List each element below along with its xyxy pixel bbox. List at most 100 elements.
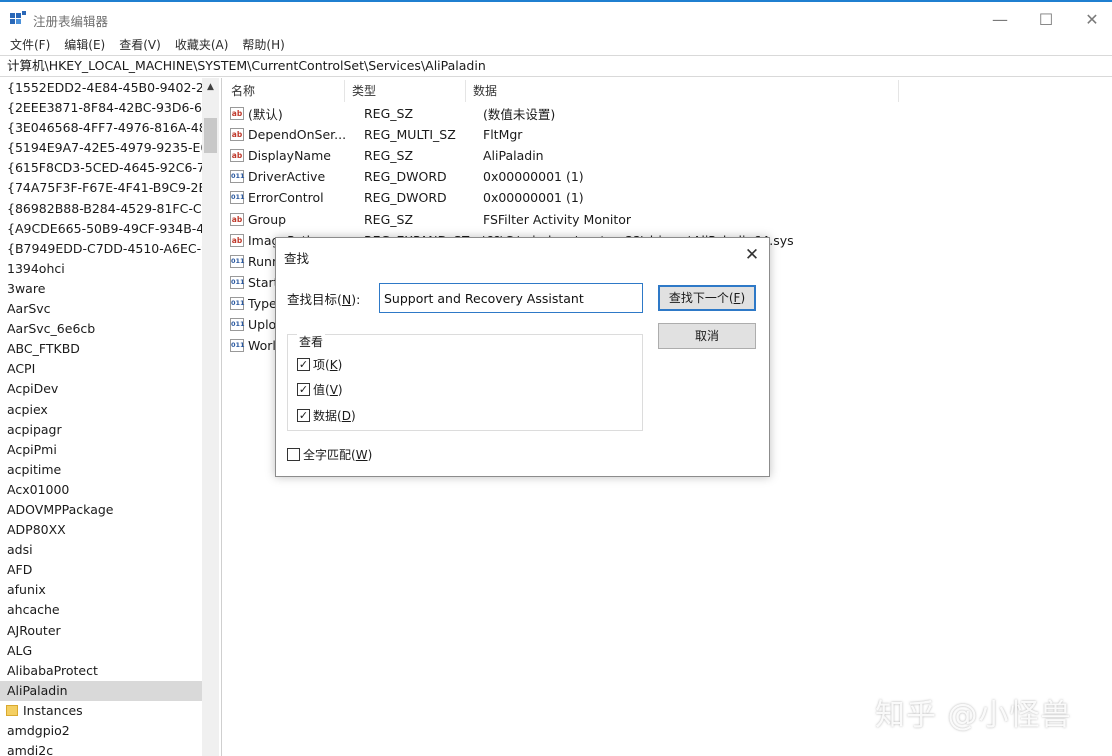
title-bar[interactable]: 注册表编辑器 — ☐ ✕ <box>0 2 1112 34</box>
close-button[interactable]: ✕ <box>1069 4 1112 34</box>
scroll-up-icon[interactable]: ▲ <box>202 78 219 95</box>
registry-editor-window: 注册表编辑器 — ☐ ✕ 文件(F) 编辑(E) 查看(V) 收藏夹(A) 帮助… <box>0 0 1112 756</box>
menu-file[interactable]: 文件(F) <box>10 36 50 53</box>
tree-item[interactable]: {B7949EDD-C7DD-4510-A6EC-934 <box>0 239 202 259</box>
checkbox-data[interactable]: ✓ <box>297 409 310 422</box>
checkbox-values[interactable]: ✓ <box>297 383 310 396</box>
tree-item[interactable]: ACPI <box>0 359 202 379</box>
tree-item[interactable]: AarSvc_6e6cb <box>0 319 202 339</box>
option-match-whole-string[interactable]: 全字匹配(W) <box>287 446 372 463</box>
value-row[interactable]: ab DisplayName REG_SZ AliPaladin <box>224 145 1112 166</box>
window-title: 注册表编辑器 <box>33 14 109 29</box>
look-at-group: 查看 ✓ 项(K) ✓ 值(V) ✓ 数据(D) <box>287 333 643 431</box>
value-data: 0x00000001 (1) <box>483 169 584 185</box>
string-value-icon: ab <box>230 212 244 226</box>
find-dialog-title: 查找 <box>284 251 310 266</box>
tree-item[interactable]: 1394ohci <box>0 259 202 279</box>
match-whole-string-label: 全字匹配(W) <box>303 448 373 462</box>
find-what-input[interactable] <box>379 283 643 313</box>
tree-item[interactable]: ahcache <box>0 600 202 620</box>
binary-value-icon: 011 <box>230 254 245 268</box>
tree-item-label: Instances <box>23 702 83 718</box>
tree-item[interactable]: AarSvc <box>0 299 202 319</box>
menu-edit[interactable]: 编辑(E) <box>64 36 105 53</box>
value-row[interactable]: 011 DriverActive REG_DWORD 0x00000001 (1) <box>224 166 1112 187</box>
tree-item[interactable]: 3ware <box>0 279 202 299</box>
tree-item[interactable]: afunix <box>0 580 202 600</box>
tree-item[interactable]: AlibabaProtect <box>0 661 202 681</box>
value-name: DependOnSer... <box>248 127 347 143</box>
maximize-button[interactable]: ☐ <box>1023 4 1069 34</box>
string-value-icon: ab <box>230 107 244 121</box>
tree-item[interactable]: AliPaladin <box>0 680 202 701</box>
value-data: AliPaladin <box>483 148 544 164</box>
folder-icon <box>6 705 18 717</box>
menu-help[interactable]: 帮助(H) <box>242 36 284 53</box>
option-data[interactable]: ✓ 数据(D) <box>297 407 356 424</box>
tree-item[interactable]: {86982B88-B284-4529-81FC-C0CE <box>0 199 202 219</box>
option-data-label: 数据(D) <box>313 409 356 423</box>
tree-item[interactable]: {3E046568-4FF7-4976-816A-486B <box>0 118 202 138</box>
value-data: FltMgr <box>483 127 523 143</box>
tree-item[interactable]: amdi2c <box>0 741 202 756</box>
tree-item[interactable]: AJRouter <box>0 621 202 641</box>
binary-value-icon: 011 <box>230 296 245 310</box>
string-value-icon: ab <box>230 128 244 142</box>
value-name: ErrorControl <box>248 190 324 206</box>
checkbox-match-whole-string[interactable] <box>287 448 300 461</box>
scroll-thumb[interactable] <box>204 118 217 153</box>
tree-item[interactable]: amdgpio2 <box>0 721 202 741</box>
tree-item[interactable]: acpitime <box>0 460 202 480</box>
option-keys[interactable]: ✓ 项(K) <box>297 356 342 373</box>
key-tree-list: {1552EDD2-4E84-45B0-9402-2D4 {2EEE3871-8F… <box>0 78 202 756</box>
tree-item[interactable]: acpiex <box>0 400 202 420</box>
cancel-button[interactable]: 取消 <box>658 323 756 349</box>
value-data: 0x00000001 (1) <box>483 190 584 206</box>
tree-item[interactable]: ABC_FTKBD <box>0 339 202 359</box>
tree-item[interactable]: AcpiDev <box>0 379 202 399</box>
registry-editor-icon <box>10 11 26 24</box>
binary-value-icon: 011 <box>230 191 245 205</box>
menu-view[interactable]: 查看(V) <box>119 36 161 53</box>
option-values[interactable]: ✓ 值(V) <box>297 381 343 398</box>
tree-item[interactable]: {2EEE3871-8F84-42BC-93D6-6A75 <box>0 98 202 118</box>
tree-item[interactable]: ALG <box>0 641 202 661</box>
column-header-data[interactable]: 数据 <box>466 80 899 102</box>
tree-item[interactable]: {615F8CD3-5CED-4645-92C6-7C9 <box>0 158 202 178</box>
tree-item[interactable]: AcpiPmi <box>0 440 202 460</box>
tree-item[interactable]: ADP80XX <box>0 520 202 540</box>
tree-scrollbar[interactable]: ▲ <box>202 78 219 756</box>
tree-item[interactable]: ADOVMPPackage <box>0 500 202 520</box>
tree-item[interactable]: acpipagr <box>0 420 202 440</box>
tree-item-child[interactable]: Instances <box>0 701 202 721</box>
value-type: REG_SZ <box>364 148 414 164</box>
address-bar[interactable]: 计算机\HKEY_LOCAL_MACHINE\SYSTEM\CurrentCon… <box>0 55 1112 77</box>
checkbox-keys[interactable]: ✓ <box>297 358 310 371</box>
value-data: FSFilter Activity Monitor <box>483 211 632 227</box>
value-row[interactable]: 011 ErrorControl REG_DWORD 0x00000001 (1) <box>224 187 1112 208</box>
value-type: REG_SZ <box>364 106 414 122</box>
value-name: Group <box>248 211 287 227</box>
column-header-type[interactable]: 类型 <box>345 80 466 102</box>
value-name: DriverActive <box>248 169 326 185</box>
tree-item[interactable]: {A9CDE665-50B9-49CF-934B-431 <box>0 219 202 239</box>
find-what-label: 查找目标(N): <box>287 292 361 307</box>
find-dialog-close-icon[interactable]: ✕ <box>740 244 764 266</box>
tree-item[interactable]: {5194E9A7-42E5-4979-9235-E0EA <box>0 138 202 158</box>
find-next-button[interactable]: 查找下一个(F) <box>658 285 756 311</box>
option-values-label: 值(V) <box>313 383 343 397</box>
column-header-name[interactable]: 名称 <box>224 80 345 102</box>
binary-value-icon: 011 <box>230 317 245 331</box>
minimize-button[interactable]: — <box>977 4 1023 34</box>
tree-item[interactable]: AFD <box>0 560 202 580</box>
look-at-label: 查看 <box>297 333 326 350</box>
value-data: (数值未设置) <box>483 107 556 123</box>
value-row[interactable]: ab (默认) REG_SZ (数值未设置) <box>224 103 1112 124</box>
tree-item[interactable]: adsi <box>0 540 202 560</box>
value-row[interactable]: ab DependOnSer... REG_MULTI_SZ FltMgr <box>224 124 1112 145</box>
menu-favorites[interactable]: 收藏夹(A) <box>175 36 229 53</box>
tree-item[interactable]: {1552EDD2-4E84-45B0-9402-2D4 <box>0 78 202 98</box>
tree-item[interactable]: {74A75F3F-F67E-4F41-B9C9-2EB9 <box>0 178 202 198</box>
tree-item[interactable]: Acx01000 <box>0 480 202 500</box>
value-row[interactable]: ab Group REG_SZ FSFilter Activity Monitor <box>224 208 1112 229</box>
